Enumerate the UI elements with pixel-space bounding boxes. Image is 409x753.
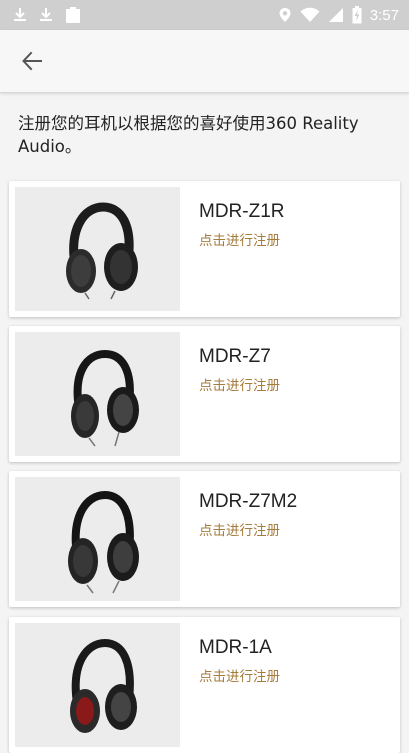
- signal-icon: [328, 8, 343, 22]
- status-left-icons: [0, 6, 82, 24]
- status-bar: 3:57: [0, 0, 409, 30]
- headphone-card-mdr-1a[interactable]: MDR-1A 点击进行注册: [9, 617, 400, 753]
- headphone-image: [15, 623, 180, 747]
- headphone-image: [15, 477, 180, 601]
- register-link[interactable]: 点击进行注册: [199, 519, 280, 539]
- headphone-card-mdr-z7[interactable]: MDR-Z7 点击进行注册: [9, 326, 400, 462]
- clipboard-icon: [66, 7, 80, 23]
- status-right-icons: 3:57: [278, 6, 409, 24]
- model-name: MDR-1A: [199, 637, 272, 658]
- arrow-back-icon: [22, 51, 42, 71]
- wifi-icon: [300, 7, 320, 22]
- location-icon: [279, 8, 291, 22]
- intro-text: 注册您的耳机以根据您的喜好使用360 Reality Audio。: [18, 114, 359, 156]
- register-link[interactable]: 点击进行注册: [199, 229, 280, 249]
- headphone-card-mdr-z7m2[interactable]: MDR-Z7M2 点击进行注册: [9, 471, 400, 607]
- headphone-image: [15, 332, 180, 456]
- app-bar: [0, 30, 409, 93]
- download-icon: [14, 8, 26, 21]
- model-name: MDR-Z7M2: [199, 491, 298, 512]
- download-icon: [40, 8, 52, 21]
- headphone-image: [15, 187, 180, 311]
- model-name: MDR-Z7: [199, 346, 271, 367]
- register-link[interactable]: 点击进行注册: [199, 665, 280, 685]
- model-name: MDR-Z1R: [199, 201, 285, 222]
- back-button[interactable]: [12, 41, 52, 81]
- status-time: 3:57: [369, 6, 399, 24]
- register-link[interactable]: 点击进行注册: [199, 374, 280, 394]
- battery-charging-icon: [352, 6, 362, 24]
- headphone-card-mdr-z1r[interactable]: MDR-Z1R 点击进行注册: [9, 181, 400, 317]
